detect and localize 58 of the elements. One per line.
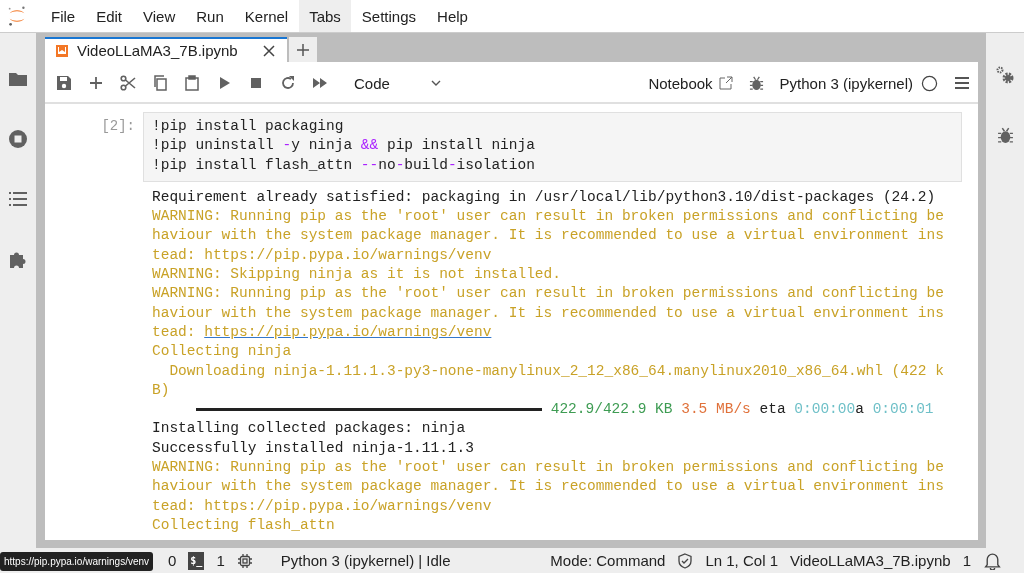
save-icon[interactable] xyxy=(56,75,72,91)
warning-line: haviour with the system package manager. It is recommended to use a virtual environment ins xyxy=(152,226,945,246)
cut-icon[interactable] xyxy=(120,75,136,91)
shield-icon[interactable] xyxy=(677,552,694,569)
kernel-count: 1 xyxy=(216,552,225,569)
warning-line: haviour with the system package manager. It is recommended to use a virtual environment ins xyxy=(152,477,945,497)
add-tab-button[interactable] xyxy=(289,37,317,62)
output-line: Successfully installed ninja-1.11.1.3 xyxy=(152,438,475,458)
terminal-count: 0 xyxy=(168,552,177,569)
download-speed: 3.5 MB/s xyxy=(681,400,751,420)
link-tooltip: https://pip.pypa.io/warnings/venv xyxy=(0,552,154,571)
bell-icon[interactable] xyxy=(983,551,1002,570)
warning-line: tead: https://pip.pypa.io/warnings/venv xyxy=(152,322,493,342)
stop-icon[interactable] xyxy=(248,75,264,91)
file-name: VideoLLaMA3_7B.ipynb xyxy=(789,552,951,569)
warning-line: Collecting ninja xyxy=(152,342,293,362)
copy-icon[interactable] xyxy=(152,75,168,91)
plus-icon xyxy=(296,42,310,57)
warning-line: B) xyxy=(152,380,171,400)
warning-line: Collecting flash_attn xyxy=(152,515,336,535)
warning-line: WARNING: Skipping ninja as it is not installed. xyxy=(152,265,562,285)
warning-line: tead: https://pip.pypa.io/warnings/venv xyxy=(152,496,493,516)
elapsed-time: 0:00:01 xyxy=(872,400,934,420)
notebook-label: Notebook xyxy=(648,74,713,92)
notebook-button[interactable]: Notebook xyxy=(648,74,733,92)
eta-label: eta xyxy=(759,400,786,420)
chip-icon xyxy=(236,552,253,569)
close-icon[interactable] xyxy=(263,44,275,57)
kernel-idle-icon xyxy=(921,74,938,92)
menu-icon[interactable] xyxy=(954,75,970,91)
eta-value: 0:00:00a xyxy=(794,400,864,420)
fast-forward-icon[interactable] xyxy=(312,75,328,91)
warning-line: Downloading ninja-1.11.1.3-py3-none-manylinux_2_12_x86_64.manylinux2010_x86_64.whl (422 k xyxy=(168,361,945,381)
warning-line: WARNING: Running pip as the 'root' user can result in broken permissions and conflicting be xyxy=(152,284,945,304)
notebook-icon xyxy=(55,43,69,58)
warning-line: WARNING: Running pip as the 'root' user can result in broken permissions and conflicting be xyxy=(152,207,945,227)
cell-type-label: Code xyxy=(354,74,390,92)
notebook-tab[interactable]: VideoLLaMA3_7B.ipynb xyxy=(45,37,287,62)
bug-icon[interactable] xyxy=(748,75,764,91)
warning-line: WARNING: Running pip as the 'root' user can result in broken permissions and conflicting be xyxy=(152,458,945,478)
external-link-icon xyxy=(718,76,733,90)
kernel-status[interactable]: Python 3 (ipykernel) | Idle xyxy=(280,552,451,569)
cursor-position[interactable]: Ln 1, Col 1 xyxy=(705,552,778,569)
add-icon[interactable] xyxy=(88,75,104,91)
notification-count: 1 xyxy=(962,552,971,569)
warning-line: haviour with the system package manager. It is recommended to use a virtual environment ins xyxy=(152,303,945,323)
logo-icon xyxy=(6,5,28,27)
paste-icon[interactable] xyxy=(184,75,200,91)
download-size: 422.9/422.9 KB xyxy=(550,400,673,420)
restart-icon[interactable] xyxy=(280,75,296,91)
code-editor[interactable]: !pip install packaging !pip uninstall -y ninja && pip install ninja !pip install flash_attn --no-build-isolation xyxy=(143,112,962,182)
menu-item[interactable]: Tabs xyxy=(299,0,351,32)
output-line: Requirement already satisfied: packaging in /usr/local/lib/python3.10/dist-packages (24.2) xyxy=(152,187,937,207)
warning-line: tead: https://pip.pypa.io/warnings/venv xyxy=(152,245,493,265)
mode-status: Mode: Command xyxy=(550,552,666,569)
cell-prompt: [2]: xyxy=(100,117,136,134)
output-line: Installing collected packages: ninja xyxy=(152,419,467,439)
terminal-icon: $_ xyxy=(188,551,205,570)
